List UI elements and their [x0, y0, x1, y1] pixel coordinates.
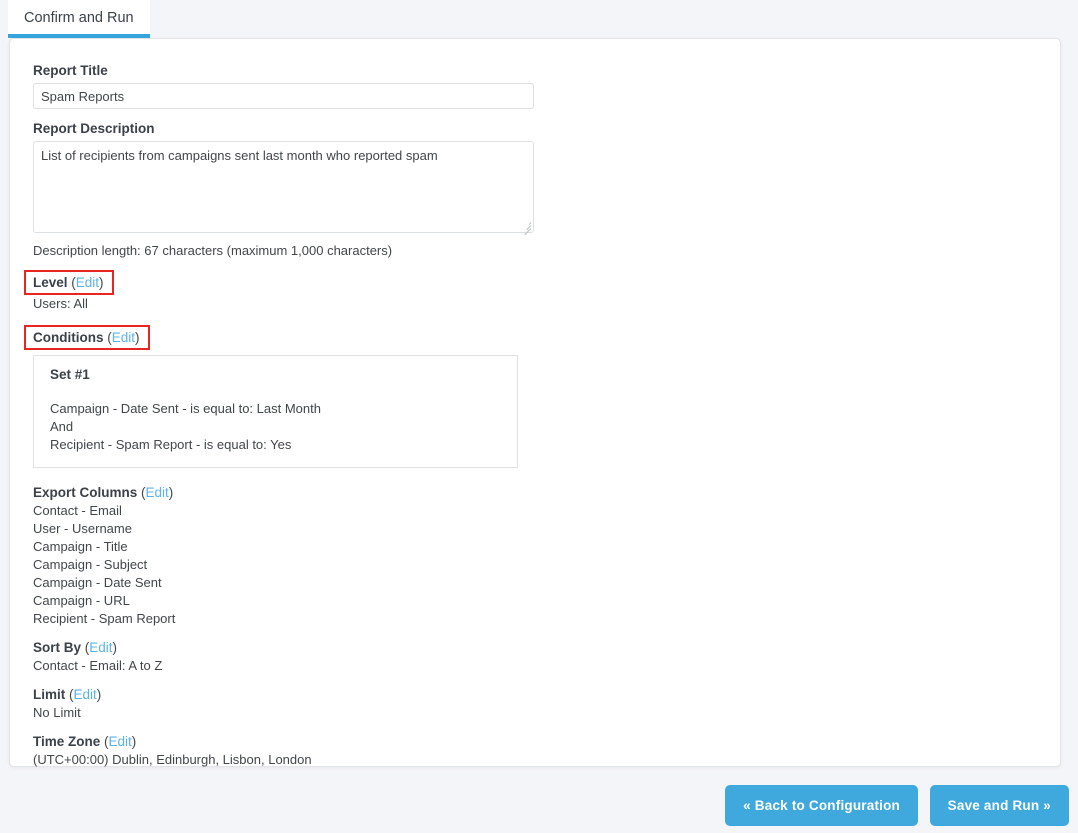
card-content: Report Title Report Description List of … [24, 63, 1040, 769]
time-zone-section: Time Zone (Edit) (UTC+00:00) Dublin, Edi… [33, 734, 1040, 769]
limit-section: Limit (Edit) No Limit [33, 687, 1040, 722]
limit-heading: Limit (Edit) [33, 686, 102, 702]
sort-by-section: Sort By (Edit) Contact - Email: A to Z [33, 640, 1040, 675]
sort-by-value: Contact - Email: A to Z [33, 657, 163, 673]
sort-by-title: Sort By [33, 639, 82, 655]
export-column-item: Campaign - Title [33, 538, 128, 554]
sort-by-edit-link[interactable]: Edit [89, 640, 112, 655]
limit-edit-link[interactable]: Edit [74, 687, 97, 702]
time-zone-title: Time Zone [33, 733, 101, 749]
report-description-label: Report Description [33, 121, 155, 136]
export-columns-title: Export Columns [33, 484, 138, 500]
level-section: Level (Edit) Users: All [24, 270, 1040, 313]
time-zone-edit-link[interactable]: Edit [109, 734, 132, 749]
export-column-item: Campaign - Date Sent [33, 574, 162, 590]
level-value: Users: All [33, 296, 88, 311]
limit-value: No Limit [33, 704, 81, 720]
level-highlight-box: Level (Edit) [24, 270, 114, 295]
export-column-item: Campaign - URL [33, 592, 130, 608]
time-zone-heading: Time Zone (Edit) [33, 733, 137, 749]
report-title-field-group: Report Title [33, 63, 1040, 109]
export-columns-heading: Export Columns (Edit) [33, 484, 174, 500]
limit-title: Limit [33, 686, 66, 702]
report-summary-card: Report Title Report Description List of … [9, 38, 1061, 767]
conditions-set-title: Set #1 [50, 366, 90, 382]
time-zone-value: (UTC+00:00) Dublin, Edinburgh, Lisbon, L… [33, 751, 312, 767]
export-columns-section: Export Columns (Edit) Contact - Email Us… [33, 485, 1040, 628]
report-description-field-group: Report Description List of recipients fr… [33, 121, 1040, 258]
level-edit-link[interactable]: Edit [76, 275, 99, 290]
report-description-textarea[interactable]: List of recipients from campaigns sent l… [33, 141, 534, 233]
description-length-helper: Description length: 67 characters (maxim… [33, 243, 393, 258]
report-title-label: Report Title [33, 63, 108, 78]
tab-label: Confirm and Run [24, 10, 134, 26]
conditions-heading: Conditions (Edit) [33, 329, 140, 345]
export-column-item: Contact - Email [33, 502, 122, 518]
report-description-wrapper: List of recipients from campaigns sent l… [33, 141, 534, 236]
export-column-item: Recipient - Spam Report [33, 610, 176, 626]
level-title: Level [33, 275, 68, 290]
condition-line: Recipient - Spam Report - is equal to: Y… [50, 436, 292, 452]
sort-by-heading: Sort By (Edit) [33, 639, 118, 655]
conditions-edit-link[interactable]: Edit [112, 330, 135, 345]
export-column-item: User - Username [33, 520, 132, 536]
condition-line: Campaign - Date Sent - is equal to: Last… [50, 400, 321, 416]
condition-operator: And [50, 418, 74, 434]
save-and-run-button[interactable]: Save and Run » [929, 785, 1069, 826]
export-columns-list: Contact - Email User - Username Campaign… [33, 502, 1040, 628]
back-to-configuration-button[interactable]: « Back to Configuration [725, 785, 918, 826]
level-heading: Level (Edit) [33, 275, 104, 290]
tab-strip: Confirm and Run [0, 0, 1078, 38]
conditions-section: Conditions (Edit) Set #1 Campaign - Date… [24, 324, 1040, 468]
report-title-input[interactable] [33, 83, 534, 109]
export-columns-edit-link[interactable]: Edit [146, 485, 169, 500]
footer-actions: « Back to Configuration Save and Run » [0, 785, 1078, 833]
conditions-highlight-box: Conditions (Edit) [24, 324, 150, 350]
conditions-title: Conditions [33, 329, 104, 345]
export-column-item: Campaign - Subject [33, 556, 148, 572]
conditions-set-box: Set #1 Campaign - Date Sent - is equal t… [33, 354, 518, 468]
tab-confirm-and-run[interactable]: Confirm and Run [8, 0, 150, 38]
